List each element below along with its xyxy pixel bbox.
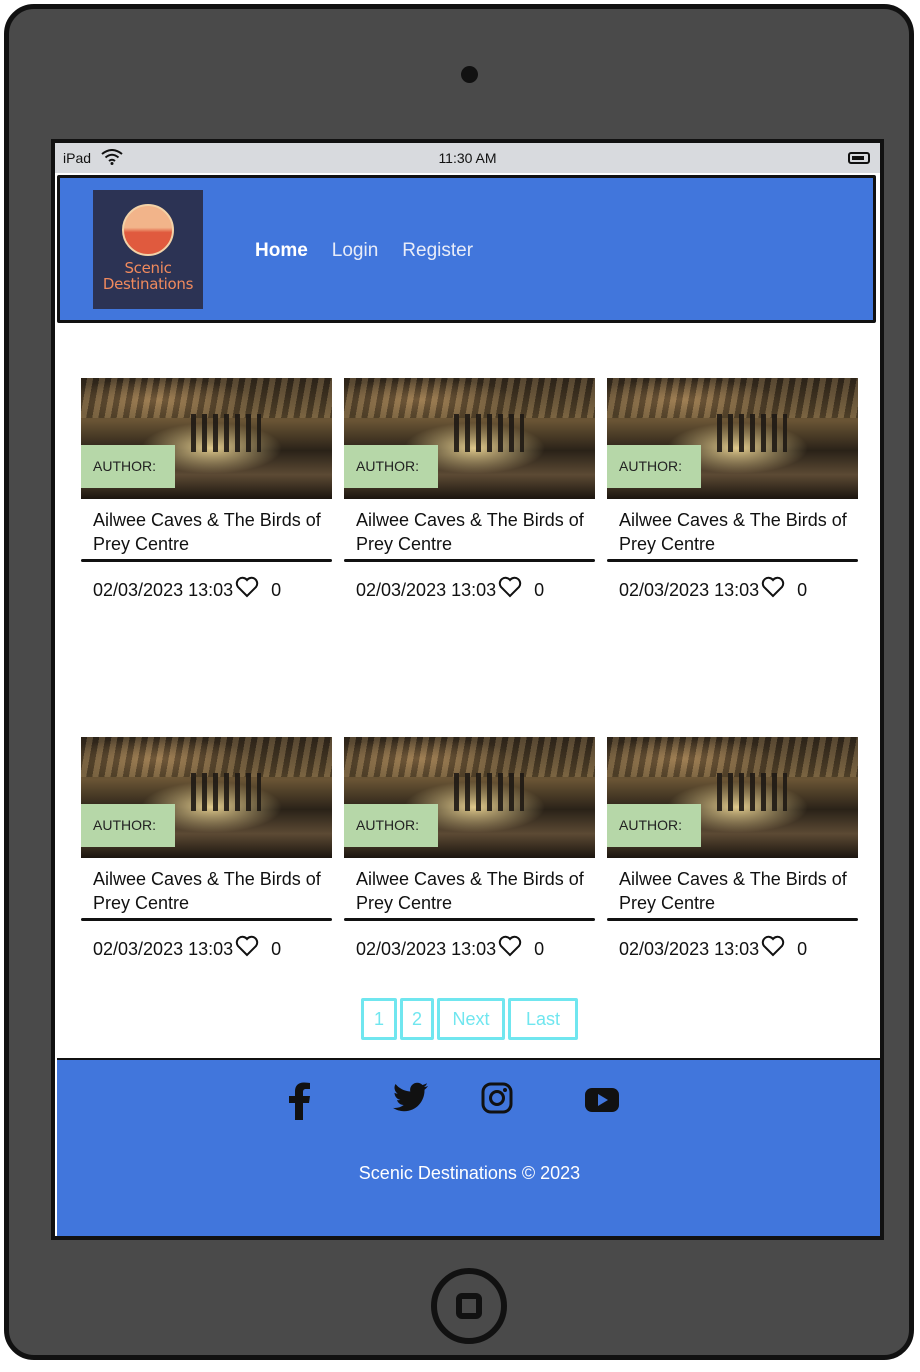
heart-icon[interactable] bbox=[498, 935, 522, 957]
main-nav: Home Login Register bbox=[255, 240, 473, 262]
pagination: 1 2 Next Last bbox=[361, 998, 578, 1040]
screen: iPad 11:30 AM Scenic Destinations Home L… bbox=[51, 139, 884, 1240]
author-badge: AUTHOR: bbox=[344, 804, 438, 847]
post-card[interactable]: AUTHOR: Ailwee Caves & The Birds of Prey… bbox=[607, 378, 858, 603]
post-card[interactable]: AUTHOR: Ailwee Caves & The Birds of Prey… bbox=[607, 737, 858, 962]
heart-icon[interactable] bbox=[235, 935, 259, 957]
divider bbox=[81, 559, 332, 562]
like-count: 0 bbox=[534, 939, 545, 959]
heart-icon[interactable] bbox=[761, 935, 785, 957]
clock: 11:30 AM bbox=[438, 150, 497, 166]
post-meta: 02/03/2023 13:03 0 bbox=[356, 935, 545, 960]
site-footer: Scenic Destinations © 2023 bbox=[57, 1058, 880, 1236]
post-title[interactable]: Ailwee Caves & The Birds of Prey Centre bbox=[619, 508, 854, 556]
divider bbox=[607, 918, 858, 921]
like-count: 0 bbox=[271, 580, 282, 600]
nav-register-link[interactable]: Register bbox=[402, 240, 473, 262]
post-date: 02/03/2023 13:03 bbox=[356, 939, 497, 959]
post-date: 02/03/2023 13:03 bbox=[356, 580, 497, 600]
post-title[interactable]: Ailwee Caves & The Birds of Prey Centre bbox=[619, 867, 854, 915]
post-date: 02/03/2023 13:03 bbox=[619, 580, 760, 600]
instagram-icon[interactable] bbox=[481, 1082, 513, 1114]
ipad-frame: iPad 11:30 AM Scenic Destinations Home L… bbox=[4, 4, 914, 1360]
nav-login-link[interactable]: Login bbox=[332, 240, 379, 262]
author-badge: AUTHOR: bbox=[607, 804, 701, 847]
divider bbox=[607, 559, 858, 562]
divider bbox=[344, 918, 595, 921]
page-1-button[interactable]: 1 bbox=[361, 998, 397, 1040]
home-button-icon bbox=[456, 1293, 482, 1319]
post-title[interactable]: Ailwee Caves & The Birds of Prey Centre bbox=[93, 508, 328, 556]
youtube-icon[interactable] bbox=[585, 1088, 619, 1112]
page-2-button[interactable]: 2 bbox=[400, 998, 434, 1040]
logo-text: Scenic Destinations bbox=[102, 259, 194, 293]
heart-icon[interactable] bbox=[235, 576, 259, 598]
post-card[interactable]: AUTHOR: Ailwee Caves & The Birds of Prey… bbox=[344, 378, 595, 603]
post-card[interactable]: AUTHOR: Ailwee Caves & The Birds of Prey… bbox=[81, 737, 332, 962]
post-date: 02/03/2023 13:03 bbox=[619, 939, 760, 959]
site-logo[interactable]: Scenic Destinations bbox=[93, 190, 203, 309]
author-badge: AUTHOR: bbox=[607, 445, 701, 488]
post-title[interactable]: Ailwee Caves & The Birds of Prey Centre bbox=[93, 867, 328, 915]
post-date: 02/03/2023 13:03 bbox=[93, 580, 234, 600]
twitter-icon[interactable] bbox=[393, 1082, 429, 1112]
author-badge: AUTHOR: bbox=[81, 445, 175, 488]
post-grid: AUTHOR: Ailwee Caves & The Birds of Prey… bbox=[81, 378, 860, 962]
last-page-button[interactable]: Last bbox=[508, 998, 578, 1040]
post-meta: 02/03/2023 13:03 0 bbox=[619, 576, 808, 601]
post-meta: 02/03/2023 13:03 0 bbox=[619, 935, 808, 960]
post-date: 02/03/2023 13:03 bbox=[93, 939, 234, 959]
post-card[interactable]: AUTHOR: Ailwee Caves & The Birds of Prey… bbox=[344, 737, 595, 962]
post-title[interactable]: Ailwee Caves & The Birds of Prey Centre bbox=[356, 508, 591, 556]
like-count: 0 bbox=[534, 580, 545, 600]
divider bbox=[81, 918, 332, 921]
post-meta: 02/03/2023 13:03 0 bbox=[93, 935, 282, 960]
divider bbox=[344, 559, 595, 562]
facebook-icon[interactable] bbox=[287, 1082, 311, 1120]
nav-home-link[interactable]: Home bbox=[255, 240, 308, 262]
camera bbox=[461, 66, 478, 83]
status-bar: iPad 11:30 AM bbox=[55, 143, 880, 173]
site-header: Scenic Destinations Home Login Register bbox=[57, 175, 876, 323]
post-meta: 02/03/2023 13:03 0 bbox=[93, 576, 282, 601]
heart-icon[interactable] bbox=[498, 576, 522, 598]
like-count: 0 bbox=[797, 939, 808, 959]
logo-sun-icon bbox=[122, 204, 174, 256]
author-badge: AUTHOR: bbox=[81, 804, 175, 847]
post-title[interactable]: Ailwee Caves & The Birds of Prey Centre bbox=[356, 867, 591, 915]
like-count: 0 bbox=[797, 580, 808, 600]
home-button[interactable] bbox=[431, 1268, 507, 1344]
post-card[interactable]: AUTHOR: Ailwee Caves & The Birds of Prey… bbox=[81, 378, 332, 603]
post-meta: 02/03/2023 13:03 0 bbox=[356, 576, 545, 601]
heart-icon[interactable] bbox=[761, 576, 785, 598]
like-count: 0 bbox=[271, 939, 282, 959]
copyright-text: Scenic Destinations © 2023 bbox=[358, 1163, 581, 1183]
next-page-button[interactable]: Next bbox=[437, 998, 505, 1040]
author-badge: AUTHOR: bbox=[344, 445, 438, 488]
battery-icon bbox=[848, 152, 870, 164]
